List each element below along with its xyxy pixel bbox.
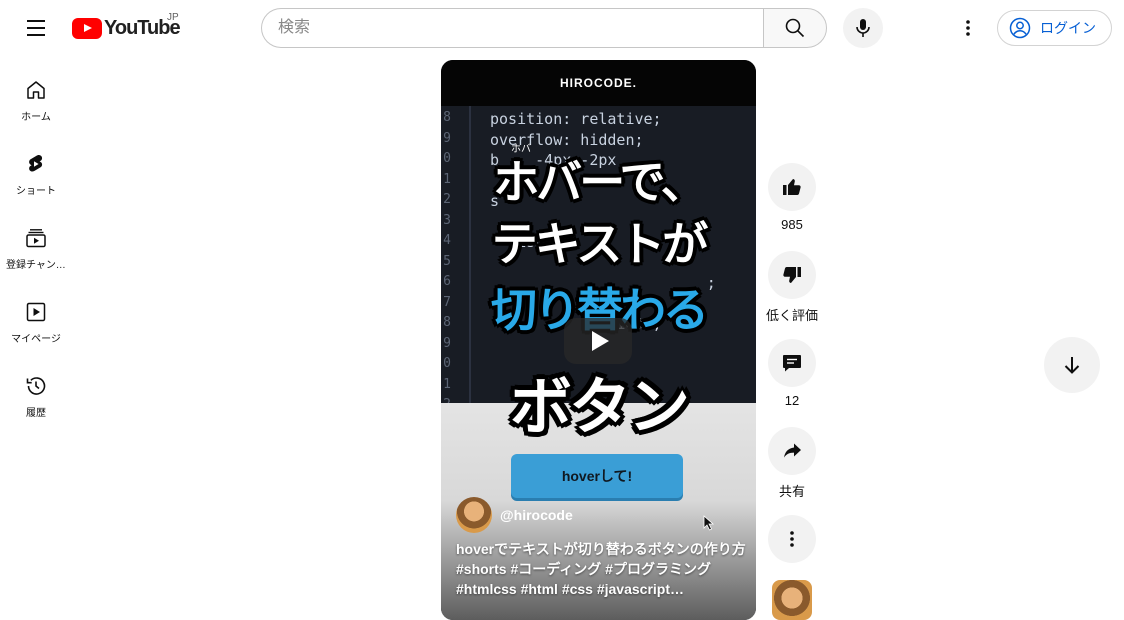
code-line-text: position: relative; — [490, 110, 662, 128]
channel-handle[interactable]: @hirocode — [500, 507, 573, 523]
login-button[interactable]: ログイン — [997, 10, 1112, 46]
search-icon — [785, 18, 805, 38]
guide-item-you[interactable]: マイページ — [4, 286, 68, 360]
code-line-number: 8 — [443, 110, 451, 125]
login-label: ログイン — [1040, 20, 1096, 36]
guide-label-you: マイページ — [11, 334, 61, 345]
video-header-bar: HIROCODE. — [441, 60, 756, 106]
like-count: 985 — [781, 217, 803, 232]
voice-search-button[interactable] — [843, 8, 883, 48]
share-icon — [784, 443, 801, 458]
video-title-line-4: ボタン — [509, 370, 690, 443]
thumb-down-icon — [783, 267, 801, 283]
sound-channel-avatar[interactable] — [772, 580, 812, 620]
thumb-up-icon — [783, 179, 801, 195]
search-box — [261, 8, 827, 48]
search-input[interactable] — [261, 8, 763, 48]
mouse-cursor-icon — [703, 515, 715, 531]
youtube-play-logo-icon — [72, 17, 102, 39]
guide-item-history[interactable]: 履歴 — [4, 360, 68, 434]
arrow-down-icon — [1064, 357, 1080, 374]
play-button[interactable] — [564, 318, 632, 364]
home-icon — [24, 78, 48, 102]
more-action — [767, 515, 817, 563]
video-brand-text: HIROCODE. — [559, 76, 637, 90]
comments-button[interactable] — [768, 339, 816, 387]
like-action: 985 — [767, 163, 817, 237]
account-circle-icon — [1009, 17, 1031, 39]
comment-action: 12 — [767, 339, 817, 413]
shorts-actions: 985 低く評価 12 共有 — [766, 163, 819, 563]
comment-count: 12 — [784, 393, 800, 408]
hamburger-icon — [27, 20, 45, 22]
history-icon — [24, 374, 48, 398]
more-actions-button[interactable] — [768, 515, 816, 563]
mini-guide: ホーム ショート 登録チャンネル マイページ — [4, 64, 68, 434]
more-vert-icon — [966, 20, 970, 36]
guide-item-home[interactable]: ホーム — [4, 64, 68, 138]
subscriptions-icon — [24, 226, 48, 250]
code-line-number: 9 — [443, 130, 451, 146]
search-button[interactable] — [763, 8, 827, 48]
guide-label-subscriptions: 登録チャンネル — [6, 260, 66, 271]
share-label: 共有 — [778, 484, 805, 499]
shorts-icon — [24, 152, 48, 176]
dislike-label: 低く評価 — [766, 308, 819, 323]
guide-menu-button[interactable] — [16, 8, 56, 48]
code-line: 8 position: relative; — [441, 110, 756, 130]
guide-item-subscriptions[interactable]: 登録チャンネル — [4, 212, 68, 286]
youtube-logo[interactable]: YouTube — [72, 16, 181, 40]
share-action: 共有 — [767, 427, 817, 501]
guide-label-shorts: ショート — [16, 186, 56, 197]
shorts-player[interactable]: HIROCODE. 8 position: relative; 9 overflow:… — [441, 60, 756, 620]
guide-label-history: 履歴 — [26, 408, 46, 419]
you-icon — [24, 300, 48, 324]
video-caption[interactable]: hoverでテキストが切り替わるボタンの作り方 #shorts #コーディング … — [456, 539, 746, 599]
settings-more-button[interactable] — [948, 8, 988, 48]
guide-label-home: ホーム — [21, 112, 51, 123]
video-title-line-2: テキストが — [491, 217, 709, 271]
dislike-action: 低く評価 — [766, 251, 819, 325]
share-button[interactable] — [768, 427, 816, 475]
channel-info[interactable]: @hirocode — [456, 497, 573, 533]
dislike-button[interactable] — [768, 251, 816, 299]
video-title-line-1: ホバーで、 — [493, 155, 706, 209]
next-video-button[interactable] — [1044, 337, 1100, 393]
channel-avatar[interactable] — [456, 497, 492, 533]
masthead: YouTube JP ログイン — [0, 0, 1124, 56]
more-vert-icon — [790, 531, 794, 547]
guide-item-shorts[interactable]: ショート — [4, 138, 68, 212]
demo-hover-button: hoverして! — [511, 454, 683, 498]
like-button[interactable] — [768, 163, 816, 211]
comment-icon — [783, 355, 801, 372]
region-code: JP — [167, 12, 179, 23]
microphone-icon — [856, 19, 870, 37]
